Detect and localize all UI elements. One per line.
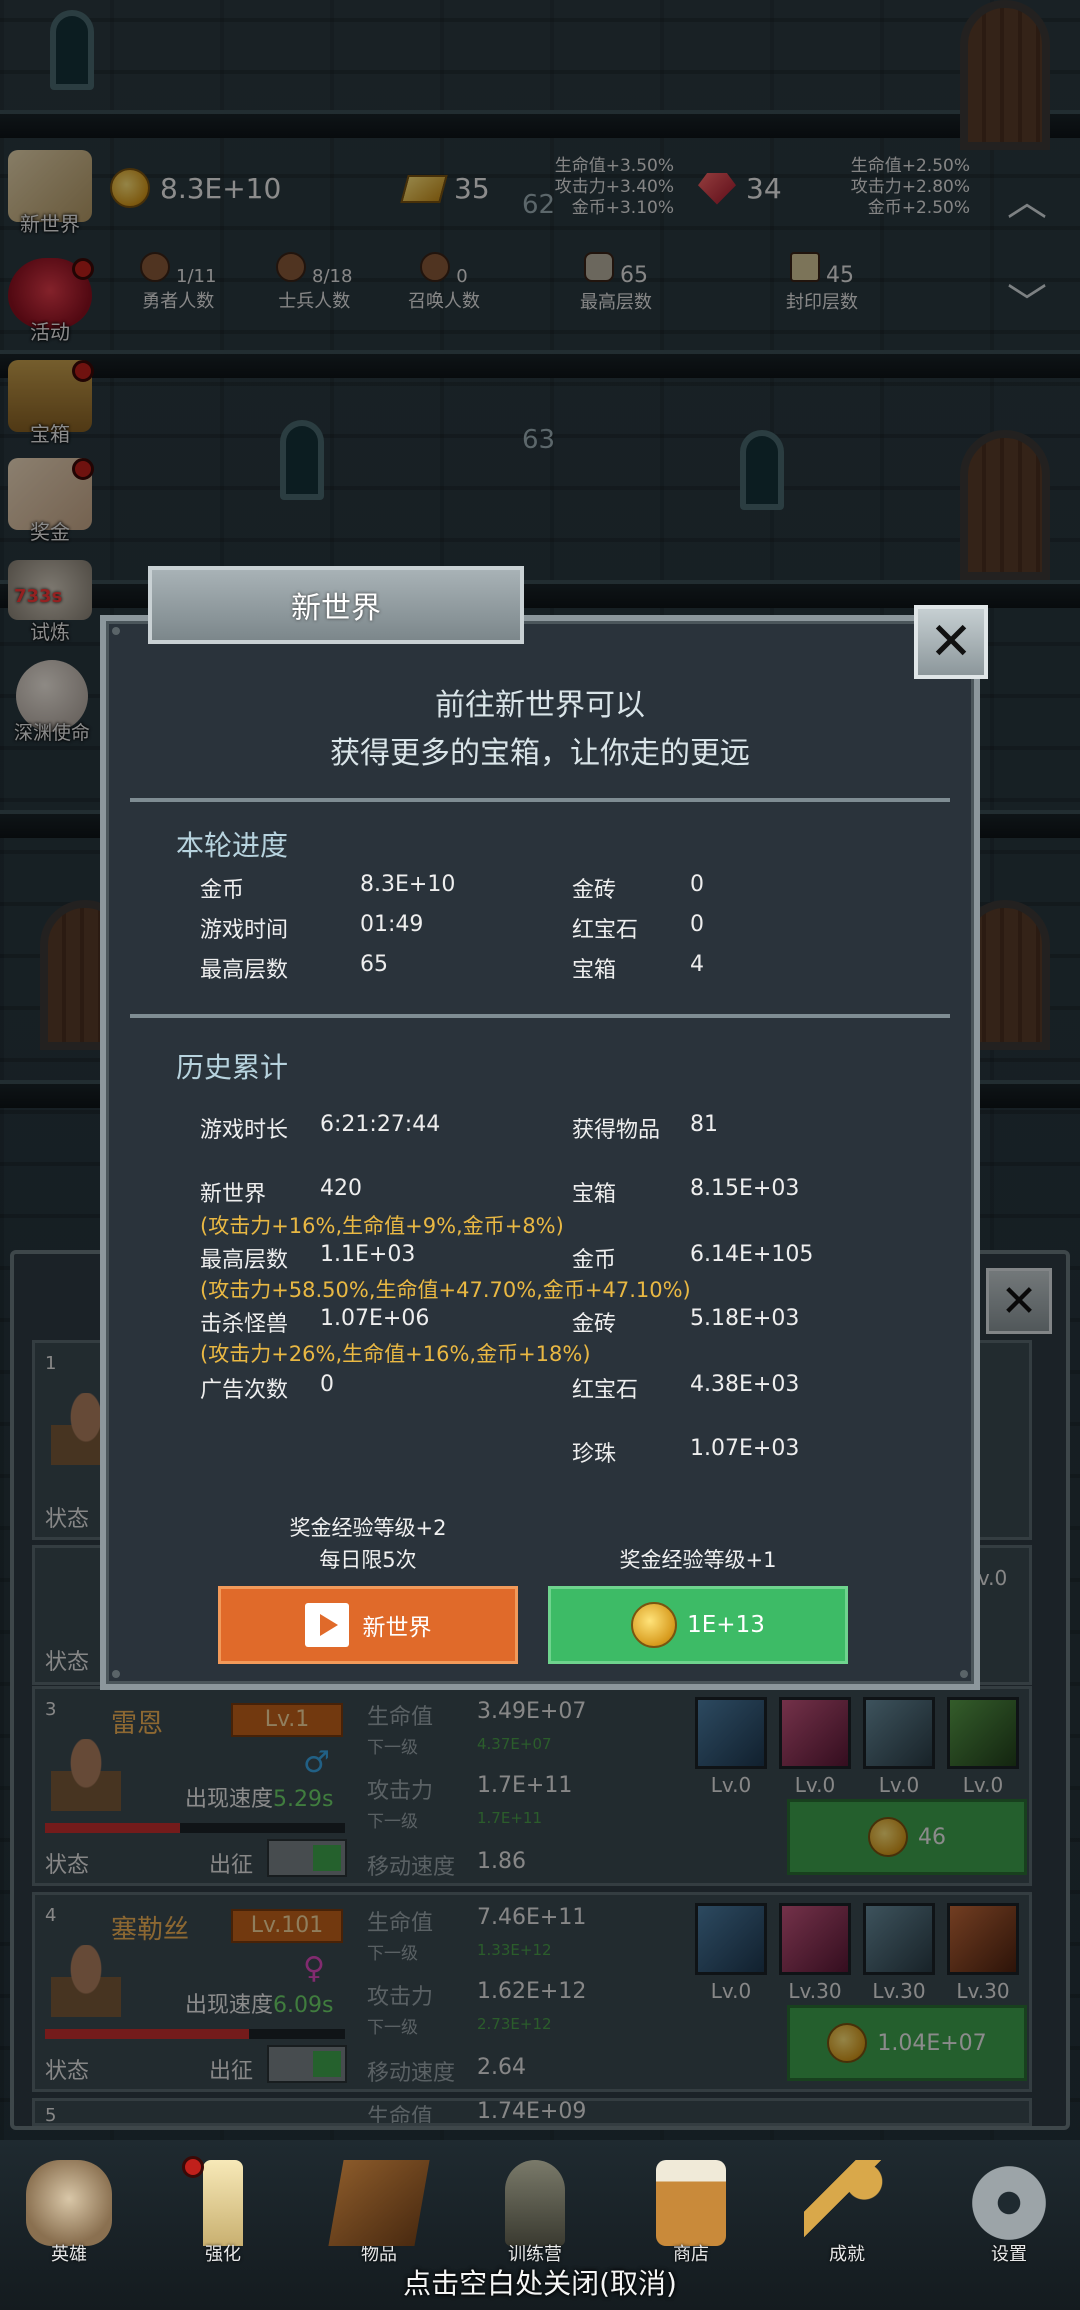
- tap-to-close-hint[interactable]: 点击空白处关闭(取消): [0, 2262, 1080, 2302]
- skull-icon: [26, 2160, 112, 2246]
- pay-gold-new-world-button[interactable]: 1E+13: [548, 1586, 848, 1664]
- nav-upgrade[interactable]: 强化: [168, 2156, 278, 2266]
- coin-icon: [631, 1602, 678, 1648]
- nav-settings[interactable]: 设置: [954, 2160, 1064, 2266]
- ad-button-note: 奖金经验等级+2 每日限5次: [289, 1516, 447, 1572]
- dialog-close-button[interactable]: ✕: [914, 605, 988, 679]
- divider: [130, 798, 950, 802]
- intro-line-2: 获得更多的宝箱，让你走的更远: [330, 736, 750, 771]
- gear-icon: [966, 2160, 1052, 2246]
- round-progress-title: 本轮进度: [176, 829, 289, 862]
- intro-line-1: 前往新世界可以: [435, 688, 645, 723]
- video-icon: [304, 1603, 349, 1647]
- nav-heroes[interactable]: 英雄: [14, 2160, 124, 2266]
- candle-icon: [203, 2160, 243, 2246]
- pay-button-note: 奖金经验等级+1: [619, 1548, 777, 1572]
- nav-items[interactable]: 物品: [324, 2160, 434, 2266]
- dialog-title: 新世界: [148, 566, 524, 644]
- book-icon: [328, 2160, 430, 2246]
- notification-dot: [182, 2156, 204, 2178]
- nav-shop[interactable]: 商店: [636, 2160, 746, 2266]
- beer-icon: [656, 2160, 726, 2246]
- watch-ad-new-world-button[interactable]: 新世界: [218, 1586, 518, 1664]
- key-icon: [804, 2160, 890, 2246]
- history-title: 历史累计: [176, 1051, 289, 1084]
- lantern-icon: [505, 2160, 565, 2246]
- nav-achievements[interactable]: 成就: [792, 2160, 902, 2266]
- nav-training[interactable]: 训练营: [480, 2160, 590, 2266]
- divider: [130, 1014, 950, 1018]
